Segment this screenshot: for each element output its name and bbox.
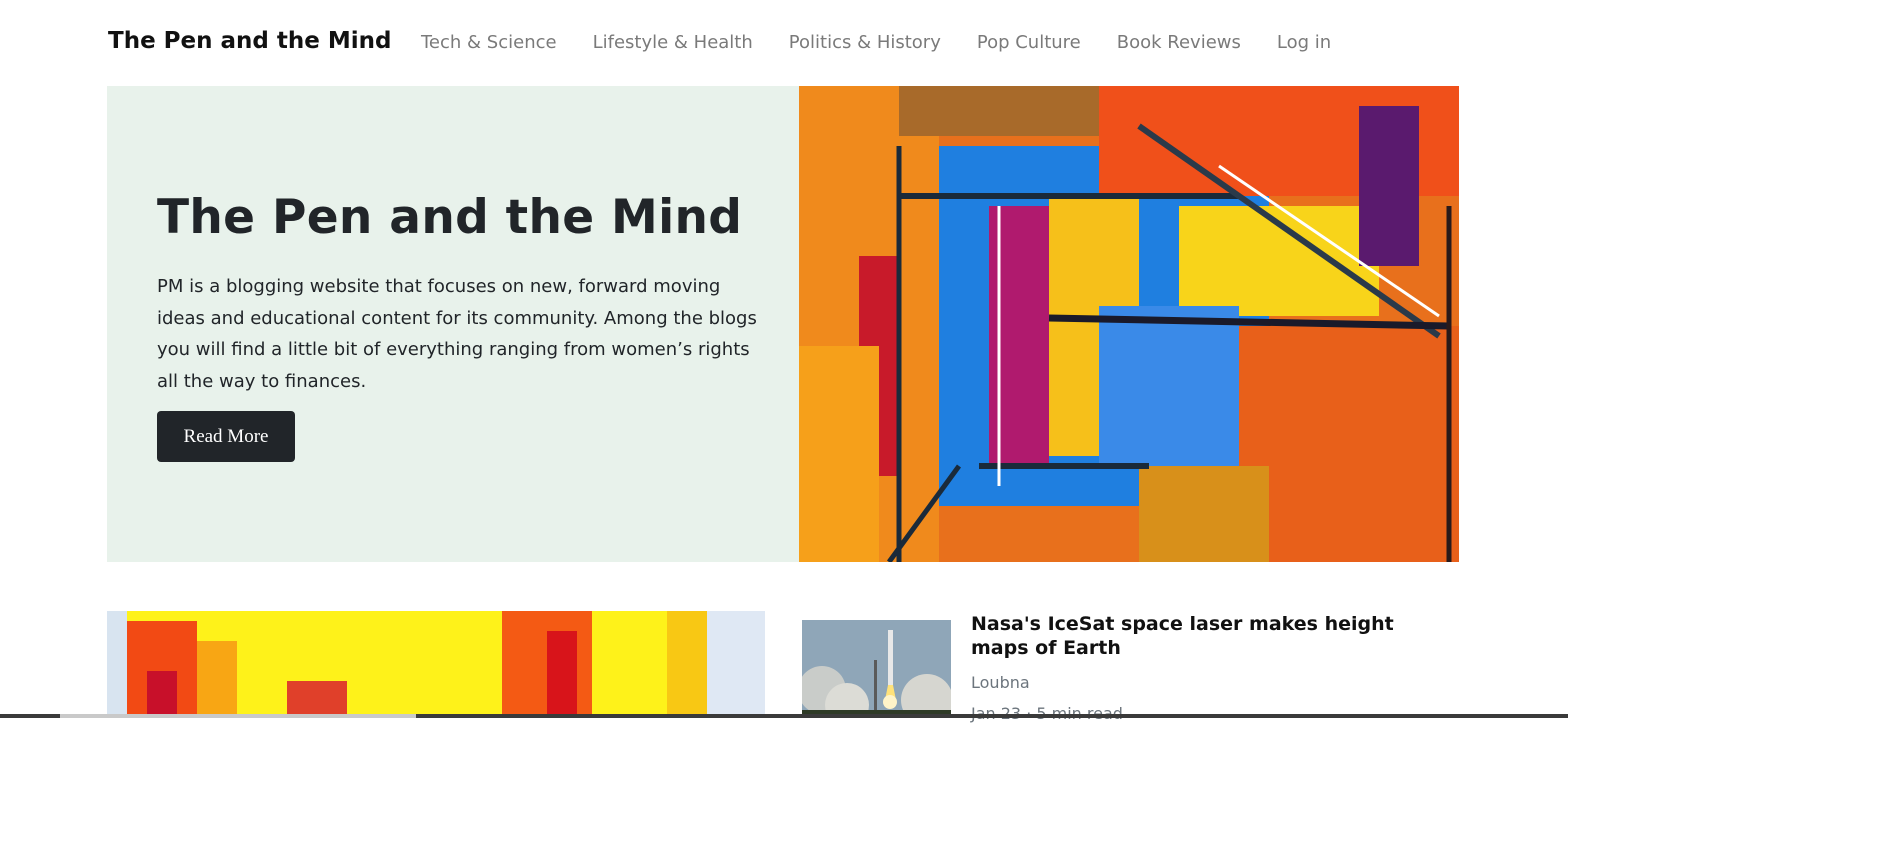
nav-link-politics-history[interactable]: Politics & History	[789, 32, 941, 53]
hero-title: The Pen and the Mind	[157, 190, 743, 245]
nav-link-login[interactable]: Log in	[1277, 32, 1331, 53]
hero-image	[799, 86, 1459, 562]
nav-link-pop-culture[interactable]: Pop Culture	[977, 32, 1081, 53]
horizontal-scrollbar[interactable]	[0, 714, 1568, 718]
hero-section: The Pen and the Mind PM is a blogging we…	[107, 86, 1459, 562]
scrollbar-thumb[interactable]	[60, 714, 416, 718]
post-author: Loubna	[971, 673, 1030, 692]
nav-link-book-reviews[interactable]: Book Reviews	[1117, 32, 1241, 53]
post-card[interactable]: Nasa's IceSat space laser makes height m…	[802, 612, 1442, 723]
brand-logo[interactable]: The Pen and the Mind	[108, 28, 391, 54]
post-title[interactable]: Nasa's IceSat space laser makes height m…	[971, 612, 1431, 660]
nav-link-tech-science[interactable]: Tech & Science	[421, 32, 557, 53]
featured-post-image[interactable]	[107, 611, 765, 718]
read-more-button[interactable]: Read More	[157, 411, 295, 462]
rocket-launch-image	[802, 620, 951, 718]
hero-text: The Pen and the Mind PM is a blogging we…	[157, 190, 772, 397]
nav-link-lifestyle-health[interactable]: Lifestyle & Health	[593, 32, 753, 53]
abstract-painting-image	[799, 86, 1459, 562]
yellow-red-paint-image	[107, 611, 765, 718]
hero-description: PM is a blogging website that focuses on…	[157, 276, 757, 392]
post-thumbnail[interactable]	[802, 620, 951, 718]
nav-links: Tech & Science Lifestyle & Health Politi…	[421, 32, 1367, 53]
top-navbar: The Pen and the Mind Tech & Science Life…	[0, 0, 1568, 86]
